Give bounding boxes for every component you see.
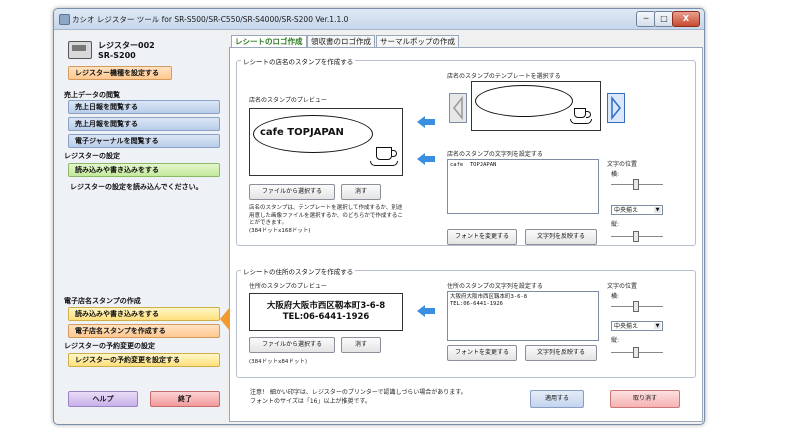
exit-button[interactable]: 終了 bbox=[150, 391, 220, 407]
address-preview-line1: 大阪府大阪市西区靱本町3-6-8 bbox=[266, 301, 386, 311]
minimize-button[interactable]: ─ bbox=[636, 11, 656, 27]
reserve-button[interactable]: レジスターの予約変更を設定する bbox=[68, 353, 220, 367]
set-model-button[interactable]: レジスター機種を設定する bbox=[68, 66, 172, 80]
store-font-button[interactable]: フォントを変更する bbox=[447, 229, 517, 245]
tab-invoice-logo[interactable]: 領収書のロゴ作成 bbox=[307, 35, 375, 47]
store-horizontal-slider[interactable] bbox=[611, 179, 663, 190]
title-bar: カシオ レジスター ツール for SR-S500/SR-C550/SR-S40… bbox=[54, 9, 704, 30]
address-vertical-label: 縦: bbox=[611, 337, 620, 344]
address-text-label: 住所のスタンプの文字列を設定する bbox=[447, 283, 543, 290]
settings-note: レジスターの設定を読み込んでください。 bbox=[70, 183, 203, 191]
store-vertical-label: 縦: bbox=[611, 221, 620, 228]
address-size-text: (384ドットx84ドット) bbox=[249, 359, 308, 365]
store-help-text: 店名のスタンプは、テンプレートを選択して作成するか、別途用意した画像ファイルを選… bbox=[249, 205, 403, 234]
tab-thermal-pop[interactable]: サーマルポップの作成 bbox=[376, 35, 459, 47]
address-apply-text-button[interactable]: 文字列を反映する bbox=[525, 345, 597, 361]
address-stamp-group: レシートの住所のスタンプを作成する 住所のスタンプのプレビュー 大阪府大阪市西区… bbox=[236, 266, 696, 378]
apply-text-arrow-icon[interactable] bbox=[417, 153, 435, 165]
sidebar: レジスター002 SR-S200 レジスター機種を設定する 売上データの閲覧 売… bbox=[58, 33, 226, 419]
stamp-section-title: 電子店名スタンプの作成 bbox=[64, 297, 141, 305]
stamp-create-button[interactable]: 電子店名スタンプを作成する bbox=[68, 324, 220, 338]
chevron-right-icon bbox=[611, 95, 621, 121]
store-stamp-group: レシートの店名のスタンプを作成する 店名のスタンプのプレビュー cafe TOP… bbox=[236, 56, 696, 246]
chevron-left-icon bbox=[453, 95, 463, 121]
saucer-icon bbox=[370, 161, 398, 166]
address-stamp-legend: レシートの住所のスタンプを作成する bbox=[241, 266, 356, 276]
store-stamp-legend: レシートの店名のスタンプを作成する bbox=[241, 56, 356, 66]
slider-thumb[interactable] bbox=[632, 347, 639, 358]
tab-receipt-logo[interactable]: レシートのロゴ作成 bbox=[231, 35, 307, 47]
slider-thumb[interactable] bbox=[632, 179, 639, 190]
store-stamp-preview: cafe TOPJAPAN bbox=[249, 108, 403, 176]
store-apply-text-button[interactable]: 文字列を反映する bbox=[525, 229, 597, 245]
main-panel: レシートの店名のスタンプを作成する 店名のスタンプのプレビュー cafe TOP… bbox=[229, 47, 703, 422]
address-font-button[interactable]: フォントを変更する bbox=[447, 345, 517, 361]
address-align-select[interactable]: 中央揃え ▼ bbox=[611, 321, 663, 331]
chevron-down-icon: ▼ bbox=[654, 323, 661, 329]
store-position-label: 文字の位置 bbox=[607, 161, 638, 168]
maximize-button[interactable]: □ bbox=[654, 11, 674, 27]
address-clear-button[interactable]: 消す bbox=[341, 337, 381, 353]
coffee-cup-icon bbox=[376, 147, 397, 160]
help-button[interactable]: ヘルプ bbox=[68, 391, 138, 407]
template-cup-icon bbox=[574, 108, 591, 118]
store-align-value: 中央揃え bbox=[614, 207, 639, 214]
monthly-report-button[interactable]: 売上月報を閲覧する bbox=[68, 117, 220, 131]
template-next-button[interactable] bbox=[607, 93, 625, 123]
address-position-label: 文字の位置 bbox=[607, 283, 638, 290]
device-model: SR-S200 bbox=[98, 51, 136, 60]
cancel-button[interactable]: 取り消す bbox=[610, 390, 680, 408]
journal-button[interactable]: 電子ジャーナルを閲覧する bbox=[68, 134, 220, 148]
footer-note-line2: フォントのサイズは「16」以上が推奨です。 bbox=[250, 398, 371, 405]
address-horizontal-label: 横: bbox=[611, 293, 620, 300]
address-text-input[interactable]: 大阪府大阪市西区靱本町3-6-8 TEL:06-6441-1926 bbox=[447, 291, 599, 341]
template-preview bbox=[471, 81, 601, 131]
sales-section-title: 売上データの閲覧 bbox=[64, 91, 120, 99]
footer-note-line1: 注意！ 細かい印字は、レジスターのプリンターで認識しづらい場合があります。 bbox=[250, 389, 467, 396]
register-device-icon bbox=[68, 41, 92, 59]
template-saucer-icon bbox=[570, 119, 592, 124]
device-name-line1: レジスター002 bbox=[98, 41, 155, 50]
stamp-read-write-button[interactable]: 読み込みや書き込みをする bbox=[68, 307, 220, 321]
address-preview-line2: TEL:06-6441-1926 bbox=[282, 312, 370, 322]
address-align-value: 中央揃え bbox=[614, 323, 639, 330]
store-clear-button[interactable]: 消す bbox=[341, 184, 381, 200]
address-horizontal-slider[interactable] bbox=[611, 301, 663, 312]
read-write-button[interactable]: 読み込みや書き込みをする bbox=[68, 163, 220, 177]
close-button[interactable]: X bbox=[672, 11, 700, 27]
store-preview-label: 店名のスタンプのプレビュー bbox=[249, 97, 327, 104]
store-preview-text: cafe TOPJAPAN bbox=[260, 127, 344, 138]
apply-template-arrow-icon[interactable] bbox=[417, 116, 435, 128]
store-select-file-button[interactable]: ファイルから選択する bbox=[249, 184, 335, 200]
apply-button[interactable]: 適用する bbox=[530, 390, 584, 408]
store-text-input[interactable]: cafe TOPJAPAN bbox=[447, 159, 599, 214]
address-vertical-slider[interactable] bbox=[611, 347, 663, 358]
reserve-section-title: レジスターの予約変更の設定 bbox=[64, 342, 155, 350]
slider-thumb[interactable] bbox=[632, 301, 639, 312]
address-select-file-button[interactable]: ファイルから選択する bbox=[249, 337, 335, 353]
apply-address-arrow-icon[interactable] bbox=[417, 305, 435, 317]
daily-report-button[interactable]: 売上日報を閲覧する bbox=[68, 100, 220, 114]
store-vertical-slider[interactable] bbox=[611, 231, 663, 242]
device-name: レジスター002 SR-S200 bbox=[98, 41, 155, 61]
app-window: カシオ レジスター ツール for SR-S500/SR-C550/SR-S40… bbox=[53, 8, 705, 425]
app-icon bbox=[59, 14, 70, 25]
address-preview-label: 住所のスタンプのプレビュー bbox=[249, 283, 327, 290]
chevron-down-icon: ▼ bbox=[654, 207, 661, 213]
template-prev-button[interactable] bbox=[449, 93, 467, 123]
address-stamp-preview: 大阪府大阪市西区靱本町3-6-8 TEL:06-6441-1926 bbox=[249, 293, 403, 331]
template-cloud-icon bbox=[475, 85, 573, 117]
store-align-select[interactable]: 中央揃え ▼ bbox=[611, 205, 663, 215]
store-horizontal-label: 横: bbox=[611, 171, 620, 178]
settings-section-title: レジスターの設定 bbox=[64, 152, 120, 160]
window-title: カシオ レジスター ツール for SR-S500/SR-C550/SR-S40… bbox=[72, 15, 349, 24]
template-label: 店名のスタンプのテンプレートを選択する bbox=[447, 73, 561, 80]
store-text-label: 店名のスタンプの文字列を設定する bbox=[447, 151, 543, 158]
slider-thumb[interactable] bbox=[632, 231, 639, 242]
